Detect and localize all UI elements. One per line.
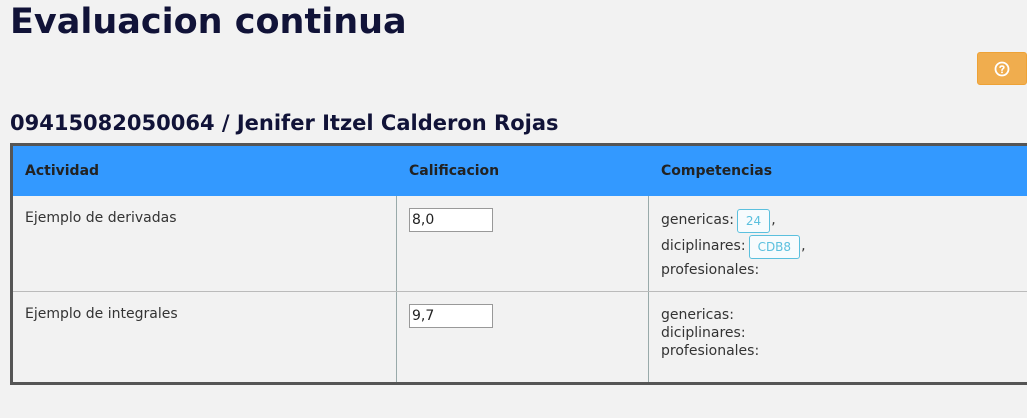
- grade-cell: [397, 292, 649, 382]
- competencias-cell: genericas: diciplinares: profesionales:: [649, 292, 1027, 382]
- diciplinares-line: diciplinares:: [661, 324, 1027, 342]
- genericas-line: genericas:: [661, 306, 1027, 324]
- question-circle-icon: [994, 61, 1010, 77]
- grade-cell: [397, 196, 649, 291]
- activity-name: Ejemplo de derivadas: [13, 196, 397, 291]
- genericas-label: genericas:: [661, 212, 734, 229]
- student-header: 09415082050064 / Jenifer Itzel Calderon …: [10, 111, 559, 135]
- profesionales-line: profesionales:: [661, 342, 1027, 360]
- profesionales-line: profesionales:: [661, 260, 1027, 282]
- diciplinares-label: diciplinares:: [661, 325, 746, 342]
- genericas-label: genericas:: [661, 307, 734, 323]
- diciplinares-line: diciplinares: CDB8 ,: [661, 234, 1027, 260]
- grade-input[interactable]: [409, 208, 493, 232]
- diciplinares-tag[interactable]: CDB8: [748, 235, 801, 259]
- competencias-cell: genericas: 24 , diciplinares: CDB8 , pro…: [649, 196, 1027, 291]
- table-header: Actividad Calificacion Competencias: [13, 146, 1027, 196]
- activity-name: Ejemplo de integrales: [13, 292, 397, 382]
- table-row: Ejemplo de derivadas genericas: 24 , dic…: [13, 196, 1027, 292]
- page-title: Evaluacion continua: [10, 2, 407, 42]
- genericas-line: genericas: 24 ,: [661, 208, 1027, 234]
- help-button[interactable]: [977, 52, 1027, 85]
- genericas-tag[interactable]: 24: [736, 209, 771, 233]
- grades-table: Actividad Calificacion Competencias Ejem…: [10, 143, 1027, 385]
- separator: ,: [771, 212, 776, 229]
- table-row: Ejemplo de integrales genericas: dicipli…: [13, 292, 1027, 382]
- diciplinares-label: diciplinares:: [661, 238, 746, 255]
- profesionales-label: profesionales:: [661, 343, 760, 360]
- grade-input[interactable]: [409, 304, 493, 328]
- column-header-competencias: Competencias: [661, 163, 773, 179]
- profesionales-label: profesionales:: [661, 262, 760, 278]
- column-header-calificacion: Calificacion: [397, 146, 649, 196]
- column-header-actividad: Actividad: [13, 146, 397, 196]
- separator: ,: [801, 238, 806, 255]
